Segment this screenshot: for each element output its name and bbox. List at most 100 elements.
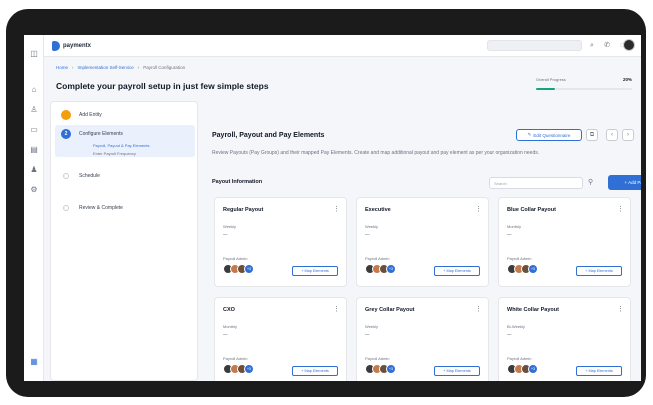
document-icon[interactable]: ▤	[29, 145, 39, 155]
global-search-input[interactable]	[487, 40, 582, 51]
step-schedule[interactable]: Schedule	[61, 173, 100, 179]
step-label: Review & Complete	[79, 205, 123, 211]
admin-count-badge: +3	[528, 264, 538, 274]
admin-count-badge: +3	[386, 264, 396, 274]
map-elements-button[interactable]: + Map Elements	[576, 366, 622, 376]
map-elements-button[interactable]: + Map Elements	[292, 366, 338, 376]
payout-information-title: Payout Information	[212, 179, 263, 185]
payout-card-title: Grey Collar Payout	[365, 307, 415, 313]
admin-count-badge: +3	[244, 264, 254, 274]
user-icon[interactable]: ♙	[29, 105, 39, 115]
filter-icon[interactable]: ⚲	[588, 178, 593, 186]
step-label: Configure Elements	[79, 131, 123, 137]
payout-card-title: White Collar Payout	[507, 307, 559, 313]
map-elements-button[interactable]: + Map Elements	[576, 266, 622, 276]
substep-payroll-frequency[interactable]: Enter Payroll Frequency	[93, 151, 136, 156]
brand-name: paymentx	[63, 43, 92, 49]
app-screen: ◫ ⌂ ♙ ▭ ▤ ♟ ⚙ ▦ paymentx ⌕ ✆ ◌ Home › Im…	[24, 35, 641, 381]
frequency-value: Monthly	[223, 324, 238, 329]
setup-stepper: Add Entity 2 Configure Elements Payroll,…	[50, 101, 198, 381]
phone-icon[interactable]: ✆	[602, 40, 612, 51]
frequency-value: Bi-Weekly	[507, 324, 525, 329]
payout-value: —	[223, 332, 228, 337]
payroll-admin-label: Payroll Admin	[223, 256, 248, 261]
payout-value: —	[507, 332, 512, 337]
left-rail: ◫ ⌂ ♙ ▭ ▤ ♟ ⚙ ▦	[24, 35, 44, 381]
substep-payroll-payout[interactable]: Payroll, Payout & Pay Elements	[93, 143, 149, 148]
step-add-entity[interactable]: Add Entity	[61, 110, 102, 120]
admin-avatars: +3	[507, 264, 538, 274]
progress-fill	[536, 88, 556, 90]
user-avatar[interactable]	[623, 39, 635, 51]
progress-value: 20%	[622, 77, 632, 82]
step-number: 2	[61, 129, 71, 139]
payout-search-input[interactable]: Search	[489, 177, 583, 189]
payout-value: —	[365, 332, 370, 337]
more-vertical-icon[interactable]: ⋮	[333, 305, 340, 313]
more-vertical-icon[interactable]: ⋮	[617, 305, 624, 313]
step-configure-elements[interactable]: 2 Configure Elements	[61, 129, 123, 139]
payout-card-title: Regular Payout	[223, 207, 264, 213]
settings-icon[interactable]: ⚙	[29, 185, 39, 195]
admin-count-badge: +3	[244, 364, 254, 374]
payout-value: —	[507, 232, 512, 237]
copy-icon[interactable]: ⧉	[586, 129, 598, 141]
breadcrumb: Home › Implementation Self-Service › Pay…	[56, 65, 185, 70]
payout-card-title: Executive	[365, 207, 391, 213]
admin-count-badge: +3	[386, 364, 396, 374]
map-elements-button[interactable]: + Map Elements	[292, 266, 338, 276]
users-icon[interactable]: ♟	[29, 165, 39, 175]
admin-avatars: +3	[365, 364, 396, 374]
brand[interactable]: paymentx	[52, 41, 91, 51]
payout-card[interactable]: White Collar Payout ⋮ Bi-Weekly — Payroll Ad…	[498, 297, 631, 381]
brand-logo-icon	[52, 41, 60, 51]
home-icon[interactable]: ⌂	[29, 85, 39, 95]
map-elements-button[interactable]: + Map Elements	[434, 366, 480, 376]
apps-icon[interactable]: ▦	[29, 357, 39, 367]
frequency-value: Weekly	[365, 224, 379, 229]
calendar-icon[interactable]: ▭	[29, 125, 39, 135]
payout-card[interactable]: Grey Collar Payout ⋮ Weekly — Payroll Admin +…	[356, 297, 489, 381]
edit-icon: ✎	[527, 132, 532, 137]
breadcrumb-implementation[interactable]: Implementation Self-Service	[78, 65, 134, 70]
admin-avatars: +3	[507, 364, 538, 374]
section-title: Payroll, Payout and Pay Elements	[212, 132, 325, 139]
payroll-admin-label: Payroll Admin	[223, 356, 248, 361]
grid-icon[interactable]: ◫	[29, 49, 39, 59]
payout-card[interactable]: Regular Payout ⋮ Weekly — Payroll Admin +3 + M…	[214, 197, 347, 287]
breadcrumb-home[interactable]: Home	[56, 65, 68, 70]
map-elements-button[interactable]: + Map Elements	[434, 266, 480, 276]
admin-avatars: +3	[223, 364, 254, 374]
step-review-complete[interactable]: Review & Complete	[61, 205, 123, 211]
step-label: Add Entity	[79, 112, 102, 118]
chevron-left-icon[interactable]: ‹	[606, 129, 618, 141]
more-vertical-icon[interactable]: ⋮	[617, 205, 624, 213]
add-payout-button[interactable]: + Add Payout	[608, 175, 641, 190]
frequency-value: Weekly	[223, 224, 237, 229]
payout-card[interactable]: CXO ⋮ Monthly — Payroll Admin +3 + Map Element…	[214, 297, 347, 381]
step-marker	[63, 173, 69, 179]
payroll-admin-label: Payroll Admin	[365, 256, 390, 261]
edit-questionnaire-button[interactable]: ✎ Edit Questionnaire	[516, 129, 582, 141]
chevron-right-icon: ›	[72, 65, 74, 70]
payout-card[interactable]: Blue Collar Payout ⋮ Monthly — Payroll Admin…	[498, 197, 631, 287]
payout-card[interactable]: Executive ⋮ Weekly — Payroll Admin +3 + Map El…	[356, 197, 489, 287]
edit-questionnaire-label: Edit Questionnaire	[533, 132, 571, 138]
payout-value: —	[365, 232, 370, 237]
frequency-value: Weekly	[365, 324, 379, 329]
step-marker	[63, 205, 69, 211]
frequency-value: Monthly	[507, 224, 522, 229]
search-icon[interactable]: ⌕	[587, 40, 597, 51]
progress-label: Overall Progress	[536, 77, 566, 82]
admin-count-badge: +3	[528, 364, 538, 374]
payroll-admin-label: Payroll Admin	[507, 256, 532, 261]
more-vertical-icon[interactable]: ⋮	[475, 305, 482, 313]
more-vertical-icon[interactable]: ⋮	[475, 205, 482, 213]
chevron-right-icon[interactable]: ›	[622, 129, 634, 141]
payout-card-title: CXO	[223, 307, 235, 313]
admin-avatars: +3	[365, 264, 396, 274]
main-content: Payroll, Payout and Pay Elements ✎ Edit …	[206, 101, 641, 381]
more-vertical-icon[interactable]: ⋮	[333, 205, 340, 213]
payroll-admin-label: Payroll Admin	[507, 356, 532, 361]
breadcrumb-current: Payroll Configuration	[143, 65, 186, 70]
